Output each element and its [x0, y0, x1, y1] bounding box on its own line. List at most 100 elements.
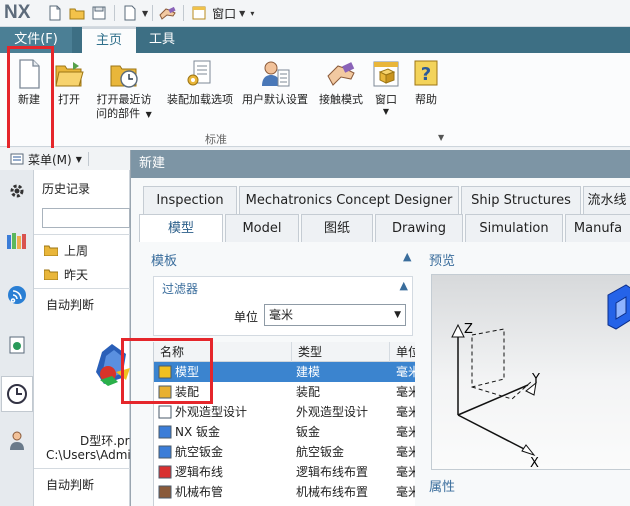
chevron-down-icon[interactable]: ▼ [239, 9, 245, 18]
cell-name: 航空钣金 [158, 442, 292, 462]
history-panel: 历史记录 上周 昨天 自动判断 D型环.pr C:\Users\Admi 自动判… [34, 170, 131, 506]
group-launcher-icon[interactable]: ▼ [438, 133, 444, 142]
collapse-icon[interactable]: ▲ [403, 250, 411, 263]
open-folder-icon[interactable] [68, 4, 86, 22]
process-studio-icon[interactable] [4, 332, 30, 358]
highlight-box-model [121, 338, 213, 404]
tab-model-cn[interactable]: 模型 [139, 214, 223, 242]
chevron-down-icon[interactable]: ▼ [368, 107, 404, 117]
window-menu-label[interactable]: 窗口 [212, 5, 236, 22]
table-row[interactable]: 航空钣金 航空钣金 毫米 [154, 442, 415, 462]
column-header-unit[interactable]: 单位 [390, 342, 415, 362]
history-file-name: D型环.pr [80, 434, 130, 448]
chevron-down-icon[interactable]: ▼ [76, 155, 82, 164]
tab-tools[interactable]: 工具 [138, 27, 186, 53]
open-recent-label-1: 打开最近访 [96, 93, 152, 106]
window-icon[interactable] [190, 4, 208, 22]
chevron-down-icon[interactable]: ▼ [142, 9, 148, 18]
cell-unit: 毫米 [396, 405, 415, 419]
tab-model[interactable]: Model [225, 214, 299, 242]
history-clock-icon[interactable] [1, 376, 33, 412]
history-file-path: C:\Users\Admi [46, 448, 131, 462]
chevron-down-icon[interactable]: ▼ [146, 110, 152, 119]
tab-pipeline[interactable]: 流水线 [583, 186, 630, 214]
divider [34, 288, 130, 289]
open-recent-button[interactable]: 打开最近访 问的部件 ▼ [92, 56, 156, 122]
tab-simulation[interactable]: Simulation [465, 214, 563, 242]
cell-name: 机械布管 [158, 482, 292, 502]
cell-name-text: 外观造型设计 [175, 405, 248, 419]
cell-name: NX 钣金 [158, 422, 292, 442]
ribbon-group-label: 标准 [205, 133, 227, 146]
unit-select-value: 毫米 [269, 308, 294, 322]
collapse-icon[interactable]: ▲ [400, 279, 408, 292]
cell-type: 装配 [296, 385, 321, 399]
roles-icon[interactable] [4, 428, 30, 454]
open-recent-label-2: 问的部件 [96, 107, 141, 120]
window-button[interactable]: 窗口 ▼ [368, 56, 404, 117]
save-icon[interactable] [90, 4, 108, 22]
cell-type: 钣金 [296, 425, 321, 439]
cell-unit: 毫米 [396, 465, 415, 479]
table-row[interactable]: 逻辑布线 逻辑布线布置 毫米 [154, 462, 415, 482]
tab-home[interactable]: 主页 [82, 27, 136, 53]
cell-name-text: 航空钣金 [175, 445, 224, 459]
new-file-dialog: 新建 Inspection Mechatronics Concept Desig… [130, 150, 630, 506]
cell-unit: 毫米 [396, 385, 415, 399]
tab-manufacturing[interactable]: Manufa [565, 214, 630, 242]
touch-mode-button[interactable]: 接触模式 [316, 56, 366, 107]
svg-text:?: ? [421, 64, 431, 85]
app-logo: NX [4, 2, 31, 23]
customize-toolbar-icon[interactable]: ▾ [250, 9, 254, 18]
history-item-heading: 自动判断 [46, 298, 95, 312]
history-filter-field[interactable] [42, 208, 130, 228]
resource-bar [0, 170, 34, 506]
cell-type: 机械布线布置 [296, 485, 369, 499]
template-preview: Z Y X [431, 274, 630, 471]
user-defaults-label: 用户默认设置 [242, 93, 308, 106]
dialog-title: 新建 [131, 150, 630, 178]
window-cube-icon [373, 61, 399, 87]
recent-folder-clock-icon [110, 65, 138, 88]
tab-drawing[interactable]: Drawing [375, 214, 463, 242]
cell-name: 逻辑布线 [158, 462, 292, 482]
cell-unit: 毫米 [396, 425, 415, 439]
cell-unit: 毫米 [396, 445, 415, 459]
library-books-icon[interactable] [4, 228, 30, 254]
menu-icon[interactable] [10, 152, 24, 166]
sheet-metal-icon [158, 425, 172, 439]
table-row[interactable]: NX 钣金 钣金 毫米 [154, 422, 415, 442]
settings-gear-icon[interactable] [4, 178, 30, 204]
user-defaults-button[interactable]: 用户默认设置 [238, 56, 312, 107]
touch-hand-icon[interactable] [159, 4, 177, 22]
cell-type: 外观造型设计 [296, 405, 369, 419]
column-header-type[interactable]: 类型 [292, 342, 390, 362]
cell-type: 航空钣金 [296, 445, 345, 459]
document-icon[interactable] [121, 4, 139, 22]
window-label: 窗口 [375, 93, 397, 106]
new-file-icon[interactable] [46, 4, 64, 22]
help-button[interactable]: ? 帮助 [408, 56, 444, 107]
history-group-yesterday[interactable]: 昨天 [44, 266, 88, 283]
tab-drawing-cn[interactable]: 图纸 [301, 214, 373, 242]
divider [34, 468, 130, 469]
cell-type: 逻辑布线布置 [296, 465, 369, 479]
assembly-load-icon [187, 60, 211, 86]
tab-mechatronics[interactable]: Mechatronics Concept Designer [239, 186, 459, 214]
tab-ship-structures[interactable]: Ship Structures [461, 186, 581, 214]
menu-button[interactable]: 菜单(M) [28, 151, 72, 168]
open-button[interactable]: 打开 [52, 56, 86, 107]
open-folder-icon [55, 62, 84, 87]
preview-axis-y: Y [531, 372, 540, 387]
toolbar-divider [114, 5, 115, 21]
web-feed-icon[interactable] [4, 282, 30, 308]
table-row[interactable]: 机械布管 机械布线布置 毫米 [154, 482, 415, 502]
assembly-load-options-button[interactable]: 装配加载选项 [164, 56, 236, 107]
touch-mode-label: 接触模式 [319, 93, 363, 106]
table-row[interactable]: 外观造型设计 外观造型设计 毫米 [154, 402, 415, 422]
history-group-last-week[interactable]: 上周 [44, 242, 88, 259]
tab-inspection[interactable]: Inspection [143, 186, 237, 214]
filter-group: 过滤器 ▲ 单位 毫米 ▼ [153, 276, 413, 336]
toolbar-divider [183, 5, 185, 21]
unit-select[interactable]: 毫米 ▼ [264, 304, 406, 326]
